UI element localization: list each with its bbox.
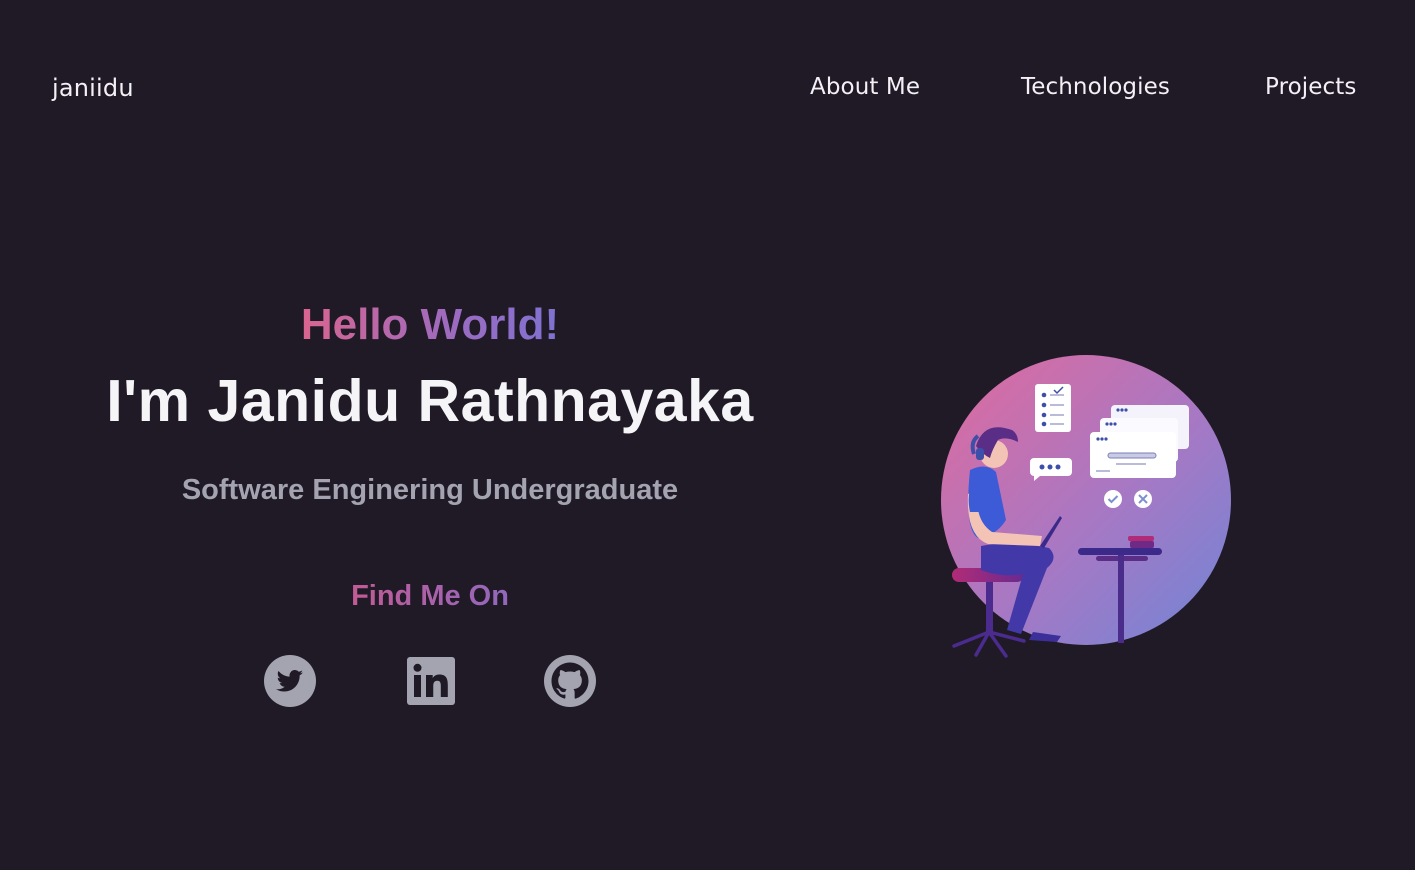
social-links [263, 654, 603, 710]
hero-intro: Hello World! I'm Janidu Rathnayaka Softw… [40, 296, 820, 614]
page: janiidu About Me Technologies Projects H… [0, 0, 1415, 870]
nav-technologies[interactable]: Technologies [1021, 74, 1170, 100]
find-me-heading: Find Me On [351, 580, 509, 612]
nav-projects[interactable]: Projects [1265, 74, 1356, 100]
twitter-icon [264, 655, 316, 707]
greeting-heading: Hello World! [301, 296, 559, 354]
role-subtitle: Software Enginering Undergraduate [181, 474, 679, 506]
developer-illustration [936, 350, 1236, 660]
nav-about-me[interactable]: About Me [810, 74, 920, 100]
twitter-link[interactable] [263, 654, 317, 708]
linkedin-icon [407, 657, 455, 705]
github-icon [544, 655, 596, 707]
github-link[interactable] [543, 654, 597, 708]
developer-at-desk-illustration [941, 355, 1231, 658]
name-heading: I'm Janidu Rathnayaka [106, 368, 754, 434]
brand-logo-text[interactable]: janiidu [52, 74, 134, 102]
linkedin-link[interactable] [404, 654, 458, 708]
